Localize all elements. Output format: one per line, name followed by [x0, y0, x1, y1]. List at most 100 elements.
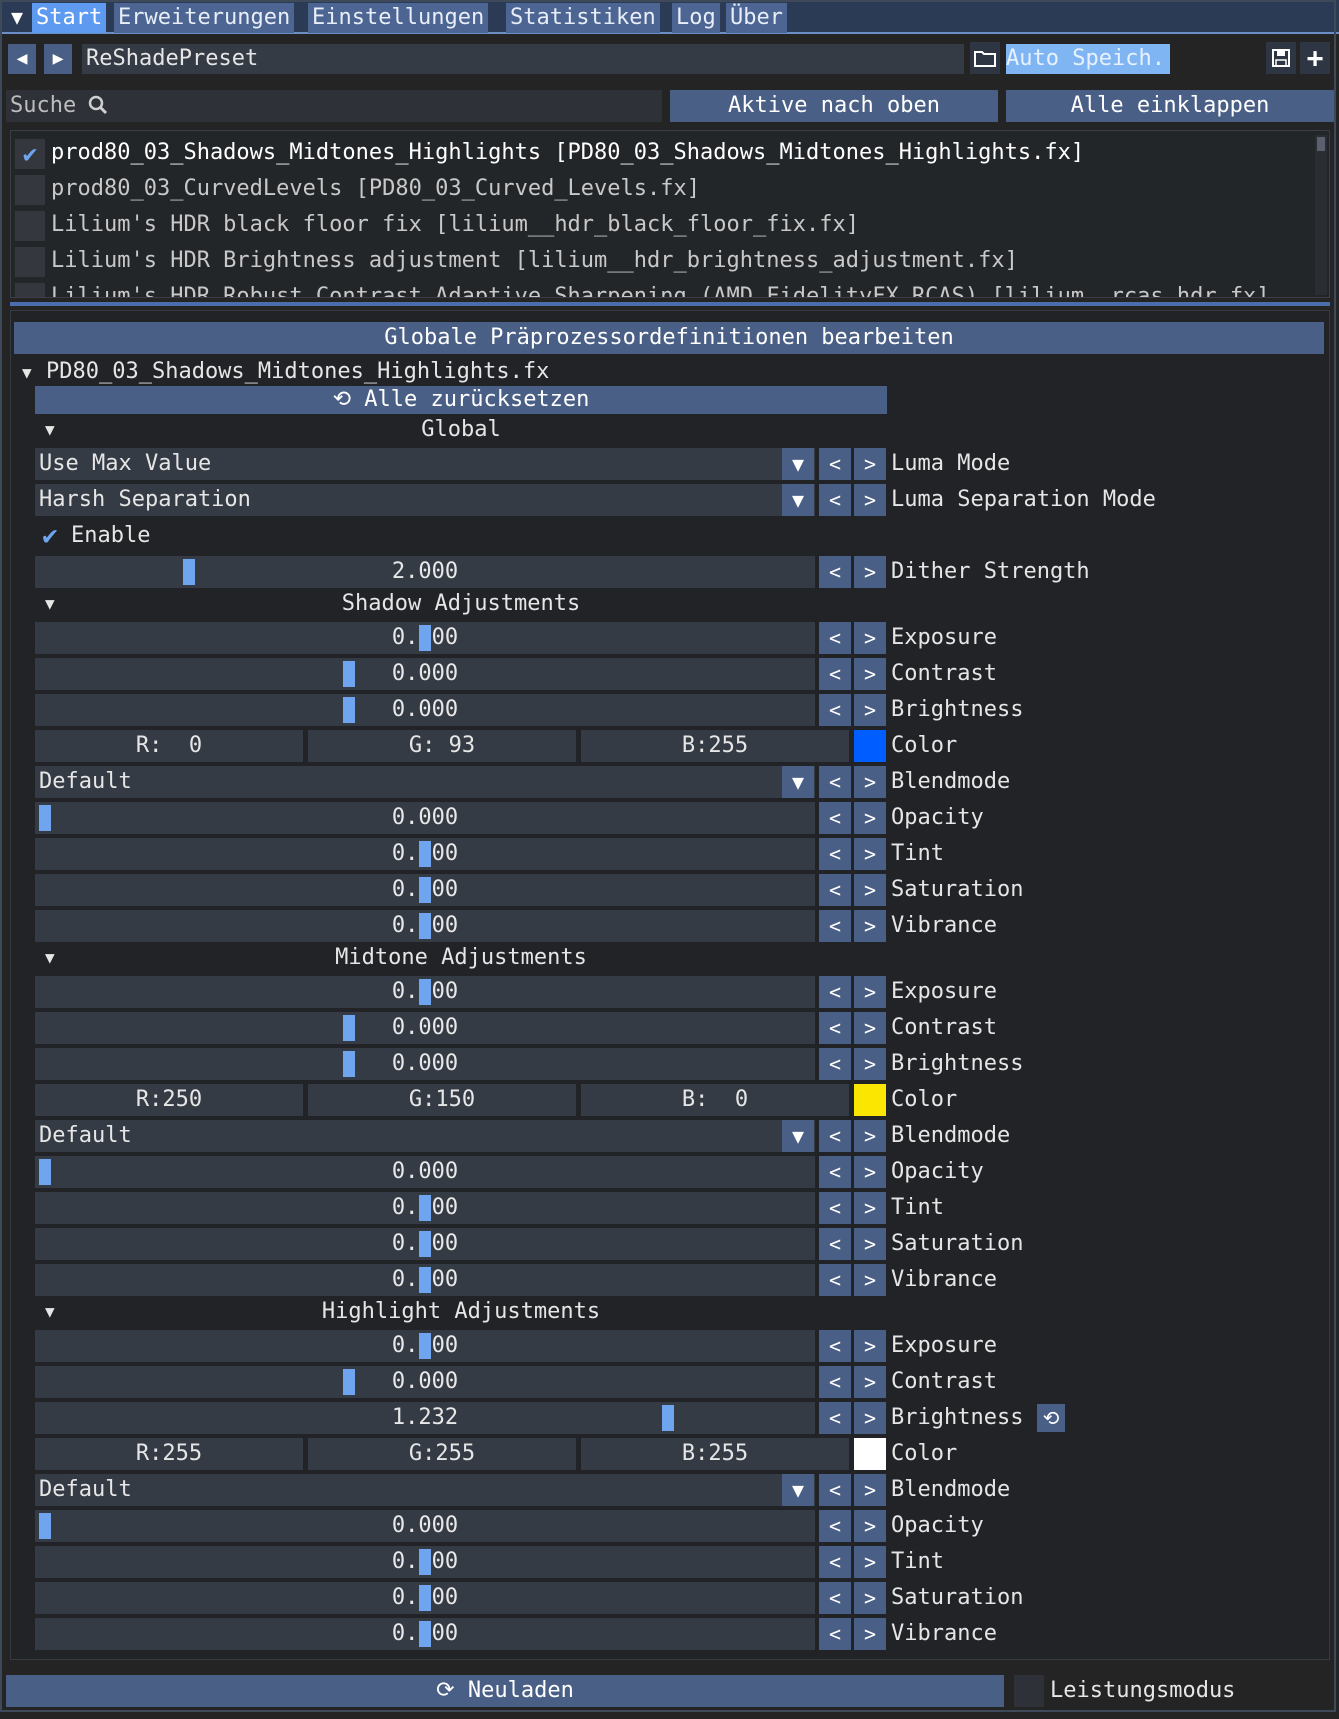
performance-mode-checkbox[interactable]	[1014, 1675, 1044, 1707]
decrement-button[interactable]: <	[819, 1618, 851, 1650]
reset-all-button[interactable]: ⟲ Alle zurücksetzen	[35, 386, 887, 414]
decrement-button[interactable]: <	[819, 910, 851, 942]
slider-grab[interactable]	[39, 805, 51, 831]
decrement-button[interactable]: <	[819, 1120, 851, 1152]
checkmark-icon[interactable]: ✔	[15, 139, 45, 169]
increment-button[interactable]: >	[854, 838, 886, 870]
increment-button[interactable]: >	[854, 556, 886, 588]
slider[interactable]: 0.000	[35, 1228, 815, 1260]
blendmode-combo[interactable]: Default	[35, 766, 815, 798]
slider[interactable]: 0.000	[35, 622, 815, 654]
slider-grab[interactable]	[39, 1513, 51, 1539]
slider[interactable]: 0.000	[35, 874, 815, 906]
color-g-field[interactable]: G: 93	[308, 730, 576, 762]
slider-grab[interactable]	[419, 625, 431, 651]
blendmode-combo[interactable]: Default	[35, 1474, 815, 1506]
slider[interactable]: 0.000	[35, 1510, 815, 1542]
tab-erweiterungen[interactable]: Erweiterungen	[114, 3, 295, 33]
increment-button[interactable]: >	[854, 1510, 886, 1542]
increment-button[interactable]: >	[854, 448, 886, 480]
reset-value-icon[interactable]: ⟲	[1037, 1404, 1065, 1432]
increment-button[interactable]: >	[854, 802, 886, 834]
decrement-button[interactable]: <	[819, 1156, 851, 1188]
tab-ueber[interactable]: Über	[726, 3, 787, 33]
effects-scrollbar[interactable]	[1315, 135, 1327, 295]
increment-button[interactable]: >	[854, 1192, 886, 1224]
luma-mode-combo[interactable]: Use Max Value	[35, 448, 815, 480]
slider-grab[interactable]	[343, 697, 355, 723]
slider-grab[interactable]	[343, 1051, 355, 1077]
decrement-button[interactable]: <	[819, 976, 851, 1008]
decrement-button[interactable]: <	[819, 1228, 851, 1260]
slider[interactable]: 0.000	[35, 838, 815, 870]
decrement-button[interactable]: <	[819, 1510, 851, 1542]
next-preset-icon[interactable]: ▶	[44, 44, 72, 74]
slider[interactable]: 0.000	[35, 910, 815, 942]
section-highlight[interactable]: ▼ Highlight Adjustments	[35, 1298, 887, 1326]
edit-global-preprocessor-button[interactable]: Globale Präprozessordefinitionen bearbei…	[14, 322, 1324, 354]
slider-grab[interactable]	[419, 913, 431, 939]
decrement-button[interactable]: <	[819, 1402, 851, 1434]
color-r-field[interactable]: R: 0	[35, 730, 303, 762]
color-g-field[interactable]: G:255	[308, 1438, 576, 1470]
slider[interactable]: 0.000	[35, 1264, 815, 1296]
decrement-button[interactable]: <	[819, 1012, 851, 1044]
decrement-button[interactable]: <	[819, 874, 851, 906]
section-midtone[interactable]: ▼ Midtone Adjustments	[35, 944, 887, 972]
slider-grab[interactable]	[419, 1231, 431, 1257]
effect-checkbox[interactable]	[15, 283, 45, 297]
luma-separation-combo[interactable]: Harsh Separation	[35, 484, 815, 516]
decrement-button[interactable]: <	[819, 1582, 851, 1614]
tab-einstellungen[interactable]: Einstellungen	[308, 3, 489, 33]
increment-button[interactable]: >	[854, 1618, 886, 1650]
color-b-field[interactable]: B: 0	[581, 1084, 849, 1116]
autosave-toggle-button[interactable]: Auto Speich. an	[1006, 44, 1170, 74]
decrement-button[interactable]: <	[819, 694, 851, 726]
slider-grab[interactable]	[39, 1159, 51, 1185]
increment-button[interactable]: >	[854, 976, 886, 1008]
decrement-button[interactable]: <	[819, 1474, 851, 1506]
decrement-button[interactable]: <	[819, 838, 851, 870]
collapse-window-icon[interactable]: ▼	[2, 2, 32, 32]
dropdown-arrow-icon[interactable]: ▼	[782, 1120, 814, 1152]
slider[interactable]: 0.000	[35, 1012, 815, 1044]
slider[interactable]: 0.000	[35, 1618, 815, 1650]
slider[interactable]: 0.000	[35, 802, 815, 834]
decrement-button[interactable]: <	[819, 556, 851, 588]
increment-button[interactable]: >	[854, 1012, 886, 1044]
effect-checkbox[interactable]	[15, 247, 45, 277]
slider[interactable]: 0.000	[35, 976, 815, 1008]
effect-checkbox[interactable]	[15, 211, 45, 241]
effects-scrollbar-thumb[interactable]	[1317, 137, 1325, 151]
increment-button[interactable]: >	[854, 658, 886, 690]
decrement-button[interactable]: <	[819, 484, 851, 516]
slider[interactable]: 0.000	[35, 1048, 815, 1080]
increment-button[interactable]: >	[854, 766, 886, 798]
effect-checkbox[interactable]	[15, 175, 45, 205]
slider-grab[interactable]	[419, 1195, 431, 1221]
preset-name-field[interactable]: ReShadePreset	[82, 44, 964, 74]
dropdown-arrow-icon[interactable]: ▼	[782, 484, 814, 516]
slider-grab[interactable]	[183, 559, 196, 585]
section-global[interactable]: ▼ Global	[35, 416, 887, 444]
color-b-field[interactable]: B:255	[581, 730, 849, 762]
decrement-button[interactable]: <	[819, 1192, 851, 1224]
slider-grab[interactable]	[662, 1405, 675, 1431]
blendmode-combo[interactable]: Default	[35, 1120, 815, 1152]
reload-button[interactable]: ⟳ Neuladen	[6, 1675, 1004, 1707]
active-to-top-button[interactable]: Aktive nach oben	[670, 90, 998, 122]
color-swatch[interactable]	[854, 1084, 886, 1116]
slider[interactable]: 1.232	[35, 1402, 815, 1434]
increment-button[interactable]: >	[854, 1582, 886, 1614]
slider[interactable]: 0.000	[35, 1366, 815, 1398]
folder-icon[interactable]	[970, 42, 1000, 74]
color-r-field[interactable]: R:255	[35, 1438, 303, 1470]
slider-grab[interactable]	[419, 1621, 431, 1647]
tab-start[interactable]: Start	[32, 3, 107, 33]
dither-strength-slider[interactable]: 2.000	[35, 556, 815, 588]
save-icon[interactable]	[1266, 42, 1296, 74]
decrement-button[interactable]: <	[819, 622, 851, 654]
slider[interactable]: 0.000	[35, 1582, 815, 1614]
increment-button[interactable]: >	[854, 1048, 886, 1080]
decrement-button[interactable]: <	[819, 448, 851, 480]
